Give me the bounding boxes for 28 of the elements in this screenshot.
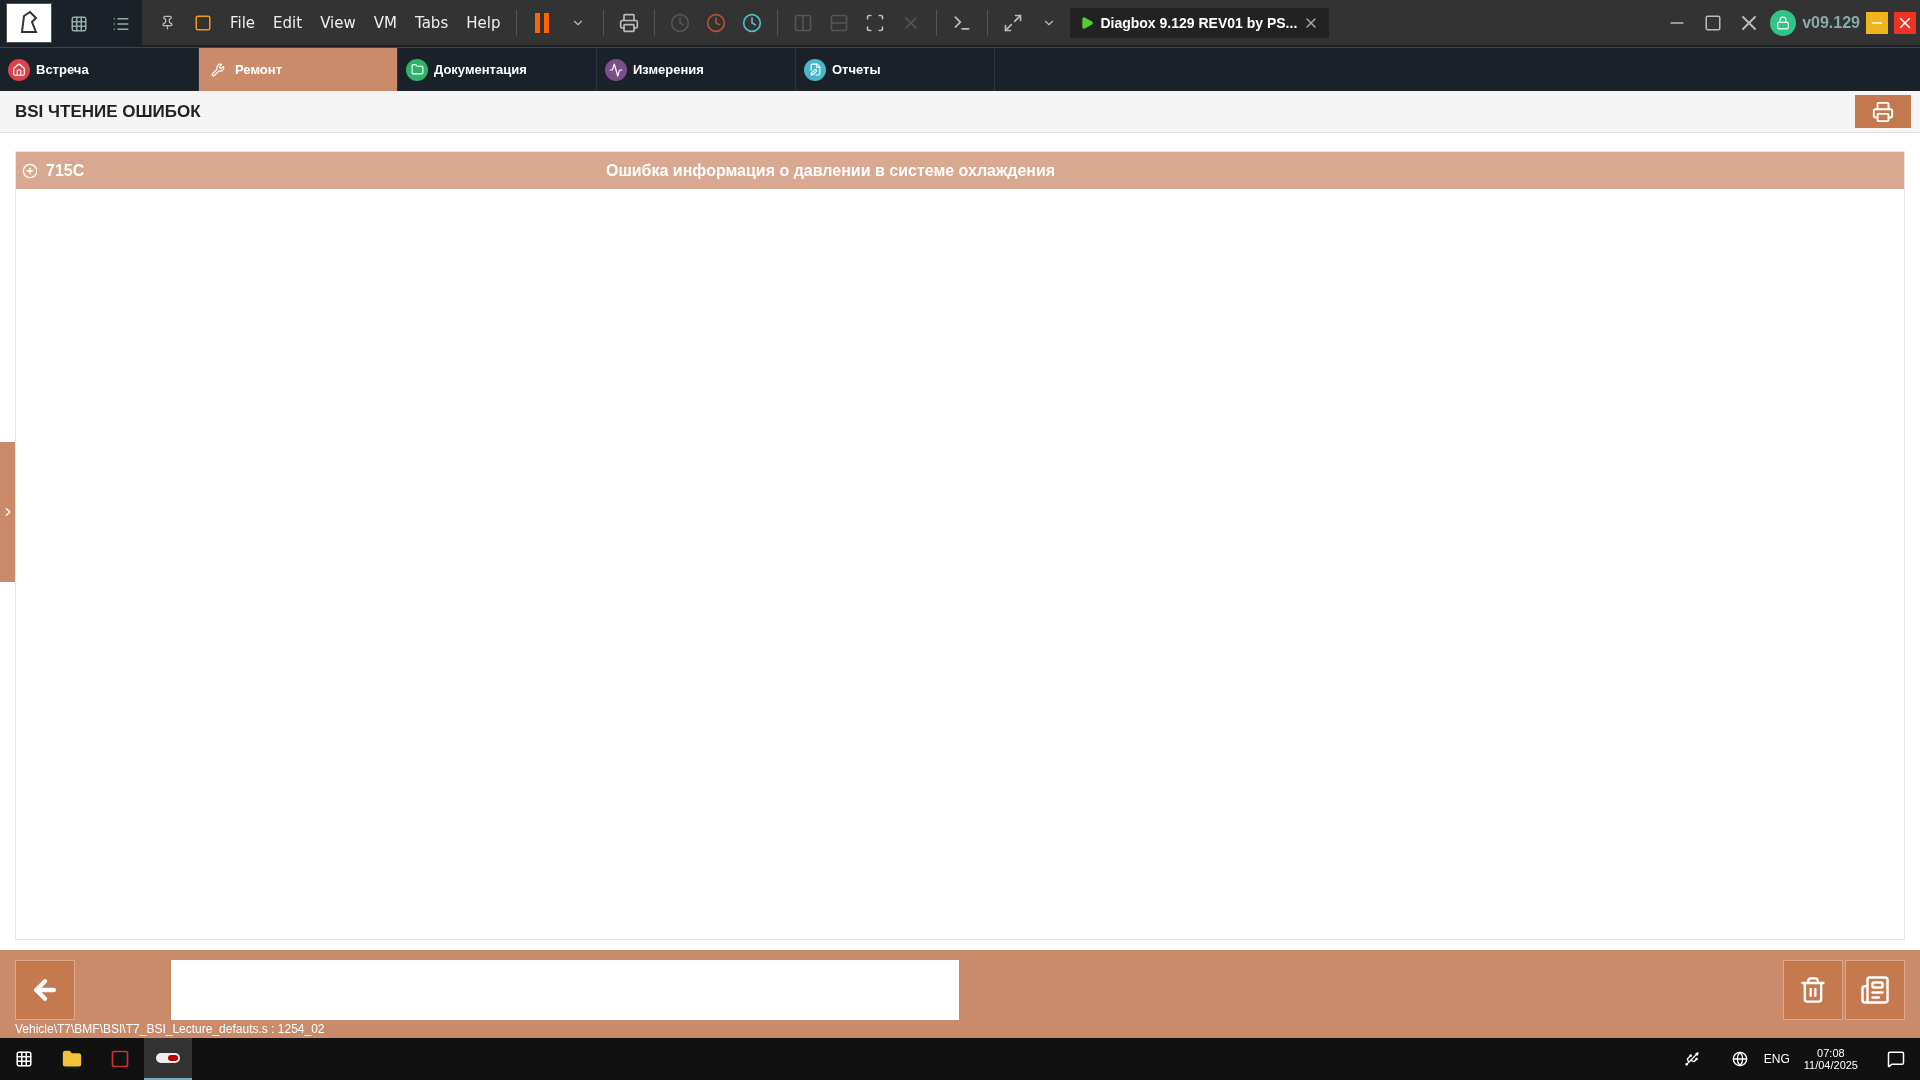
close-icon[interactable] xyxy=(1894,11,1916,34)
menu-item[interactable]: File xyxy=(224,13,262,32)
report-button[interactable] xyxy=(1845,960,1905,1020)
script-path: Vehicle\T7\BMF\BSI\T7_BSI_Lecture_defauts.s : 1254_02 xyxy=(15,1022,326,1036)
toggle-icon[interactable] xyxy=(144,1038,192,1080)
trash-icon xyxy=(1799,976,1827,1004)
delete-button[interactable] xyxy=(1783,960,1843,1020)
page-title: BSI ЧТЕНИЕ ОШИБОК xyxy=(15,101,201,122)
print-button[interactable] xyxy=(1855,95,1911,128)
fault-code: 715C xyxy=(46,161,86,180)
language-indicator[interactable]: ENG xyxy=(1763,1052,1790,1066)
menu-item[interactable]: Edit xyxy=(267,13,309,32)
menu-item[interactable]: View xyxy=(314,13,362,32)
menu-item[interactable]: VM xyxy=(367,13,403,32)
lock-icon[interactable] xyxy=(1770,9,1797,36)
menu-item[interactable]: Help xyxy=(460,13,507,32)
side-panel-handle[interactable] xyxy=(0,441,15,582)
input-field[interactable] xyxy=(171,960,959,1020)
fault-description: Ошибка информация о давлении в системе охлаждения xyxy=(606,161,1056,180)
newspaper-icon xyxy=(1860,975,1890,1005)
clock[interactable]: 07:08 11/04/2025 xyxy=(1803,1047,1858,1071)
version-label: v09.129 xyxy=(1802,13,1860,32)
vm-tab[interactable]: Diagbox 9.129 REV01 by PS... xyxy=(1070,7,1330,38)
play-icon xyxy=(1080,15,1095,30)
minimize-icon[interactable] xyxy=(1866,11,1888,34)
printer-icon xyxy=(1872,100,1894,123)
back-button[interactable] xyxy=(15,960,75,1020)
menu-item[interactable]: Tabs xyxy=(409,13,455,32)
